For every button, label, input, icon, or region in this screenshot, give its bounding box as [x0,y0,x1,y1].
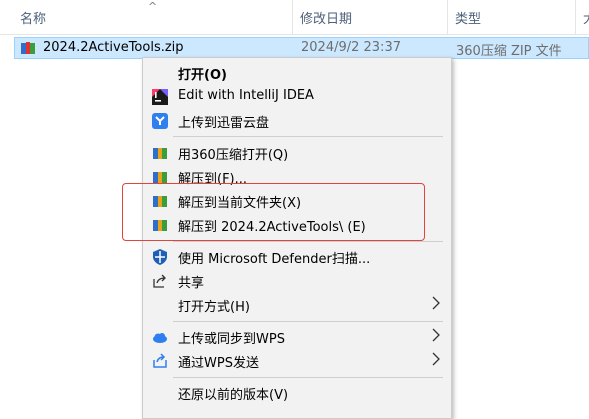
menu-item-edit-intellij[interactable]: Edit with IntelliJ IDEA [143,85,451,109]
sort-arrow-icon[interactable]: ^ [148,0,157,13]
menu-item-share[interactable]: 共享 [143,269,451,293]
column-header-name[interactable]: 名称 [20,8,46,27]
menu-item-label: 用360压缩打开(Q) [178,148,289,163]
wps-cloud-icon [153,333,167,343]
column-divider[interactable] [292,0,293,34]
file-type: 360压缩 ZIP 文件 [456,44,562,59]
menu-separator [173,136,443,137]
menu-item-label: 上传或同步到WPS [178,332,285,347]
menu-item-restore-versions[interactable]: 还原以前的版本(V) [143,381,451,405]
menu-item-open-with[interactable]: 打开方式(H) [143,293,451,317]
menu-item-label: 通过WPS发送 [178,356,259,371]
menu-item-label: Edit with IntelliJ IDEA [178,88,314,103]
zip-archive-icon [21,42,35,54]
column-header-bar: ^ 名称 修改日期 类型 大 [0,0,589,35]
menu-item-upload-wps[interactable]: 上传或同步到WPS [143,325,451,349]
menu-item-upload-xunlei[interactable]: 上传到迅雷云盘 [143,109,451,133]
menu-item-open-360zip[interactable]: 用360压缩打开(Q) [143,141,451,165]
menu-item-label: 上传到迅雷云盘 [178,116,270,131]
menu-item-label: 打开方式(H) [178,300,250,315]
file-name: 2024.2ActiveTools.zip [43,40,184,55]
chevron-right-icon [432,328,440,342]
wps-send-icon [153,353,167,368]
file-modified-date: 2024/9/2 23:37 [301,40,401,55]
menu-item-label: 使用 Microsoft Defender扫描... [178,252,371,267]
menu-item-label: 共享 [178,276,205,291]
file-row-selected[interactable]: 2024.2ActiveTools.zip 2024/9/2 23:37 360… [14,37,589,59]
intellij-idea-icon [152,89,168,105]
column-header-size[interactable]: 大 [583,8,589,27]
defender-shield-icon [153,249,167,265]
menu-separator [173,241,443,242]
menu-separator [173,321,443,322]
menu-item-defender-scan[interactable]: 使用 Microsoft Defender扫描... [143,245,451,269]
highlight-annotation-box [122,183,425,241]
menu-item-label: 打开(O) [178,68,227,83]
menu-item-open[interactable]: 打开(O) [143,61,451,85]
column-divider[interactable] [575,0,576,34]
menu-separator [173,377,443,378]
xunlei-cloud-icon [152,113,168,129]
column-divider[interactable] [447,0,448,34]
menu-item-send-wps[interactable]: 通过WPS发送 [143,349,451,373]
360zip-icon [153,148,167,159]
column-header-type[interactable]: 类型 [455,8,481,27]
menu-item-label: 还原以前的版本(V) [178,388,289,403]
chevron-right-icon [432,296,440,310]
column-header-modified[interactable]: 修改日期 [300,8,352,27]
chevron-right-icon [432,352,440,366]
share-icon [153,274,166,288]
